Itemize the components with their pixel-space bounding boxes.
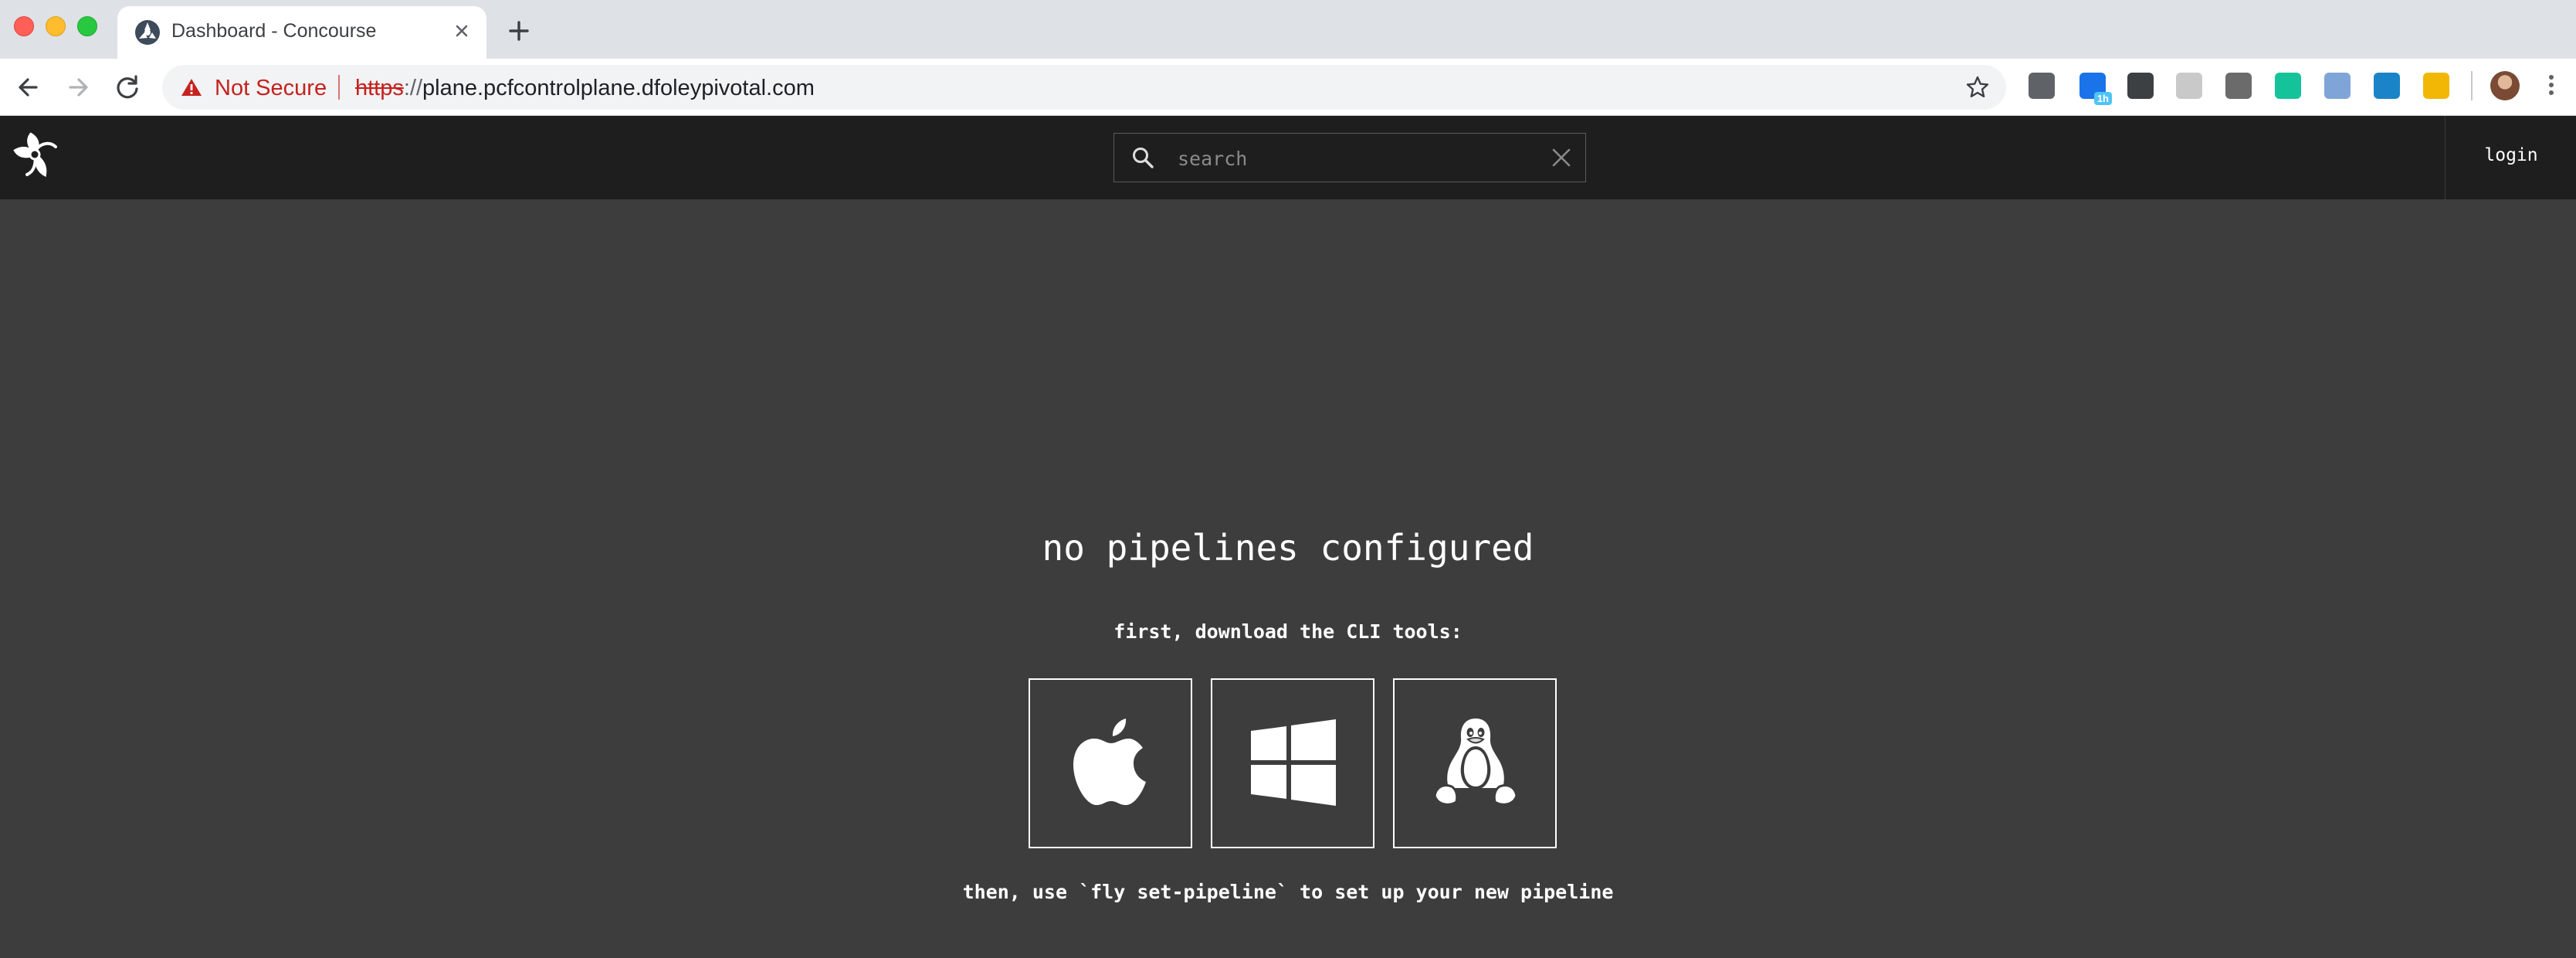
json-extension-icon[interactable] — [2127, 73, 2154, 99]
pen-extension-icon[interactable] — [2324, 73, 2351, 99]
dots-extension-icon[interactable] — [2423, 73, 2449, 99]
browser-tab-strip: Dashboard - Concourse — [0, 0, 2576, 59]
download-cli-linux-button[interactable] — [1393, 678, 1557, 848]
concourse-top-bar: login — [0, 116, 2576, 199]
address-bar[interactable]: Not Secure https://plane.pcfcontrolplane… — [162, 65, 2006, 110]
back-arrow-icon[interactable] — [11, 70, 46, 105]
dashboard-empty-state: no pipelines configured first, download … — [0, 199, 2576, 958]
extension-badge: 1h — [2093, 92, 2112, 105]
url-host: plane.pcfcontrolplane.dfoleypivotal.com — [422, 76, 815, 100]
window-close-button[interactable] — [14, 16, 34, 36]
url-text[interactable]: https://plane.pcfcontrolplane.dfoleypivo… — [355, 76, 815, 101]
bookmark-star-icon[interactable] — [1964, 74, 1991, 100]
search-bar — [1113, 133, 1586, 182]
login-button[interactable]: login — [2446, 145, 2576, 165]
tab-title: Dashboard - Concourse — [171, 20, 377, 42]
window-zoom-button[interactable] — [77, 16, 97, 36]
download-cli-osx-button[interactable] — [1029, 678, 1192, 848]
toolbar-divider — [2471, 71, 2473, 100]
security-status-label[interactable]: Not Secure — [215, 76, 327, 101]
url-separator: :// — [403, 76, 423, 100]
browser-tab-active[interactable]: Dashboard - Concourse — [117, 6, 486, 59]
reload-icon[interactable] — [110, 70, 145, 105]
profile-avatar[interactable] — [2490, 71, 2520, 100]
search-input[interactable] — [1178, 143, 1517, 174]
download-cli-windows-button[interactable] — [1211, 678, 1374, 848]
new-tab-plus-icon[interactable] — [503, 15, 534, 46]
record-extension-icon[interactable] — [2225, 73, 2252, 99]
url-scheme: https — [355, 76, 404, 100]
search-icon — [1133, 148, 1154, 168]
concourse-favicon-icon — [135, 20, 160, 45]
tab-close-icon[interactable] — [448, 17, 476, 45]
login-container: login — [2445, 116, 2576, 199]
grammarly-extension-icon[interactable] — [2275, 73, 2301, 99]
windows-icon — [1251, 719, 1336, 806]
browser-menu-icon[interactable] — [2545, 73, 2557, 99]
empty-state-title: no pipelines configured — [1042, 527, 1534, 569]
apple-icon — [1073, 718, 1146, 805]
lightbulb-extension-icon[interactable] — [2029, 73, 2055, 99]
calendar-extension-icon[interactable]: 1h — [2079, 73, 2112, 105]
grid-extension-icon[interactable] — [2176, 73, 2202, 99]
forward-arrow-icon[interactable] — [60, 70, 96, 105]
ring-extension-icon[interactable] — [2374, 73, 2400, 99]
warning-triangle-icon — [181, 79, 202, 96]
linux-tux-icon — [1433, 718, 1518, 806]
window-minimize-button[interactable] — [46, 16, 66, 36]
empty-state-hint: then, use `fly set-pipeline` to set up y… — [962, 881, 1614, 903]
clear-search-icon[interactable] — [1550, 146, 1573, 169]
concourse-logo-icon[interactable] — [11, 131, 59, 182]
security-divider — [338, 75, 340, 100]
empty-state-subtitle: first, download the CLI tools: — [1113, 620, 1463, 643]
